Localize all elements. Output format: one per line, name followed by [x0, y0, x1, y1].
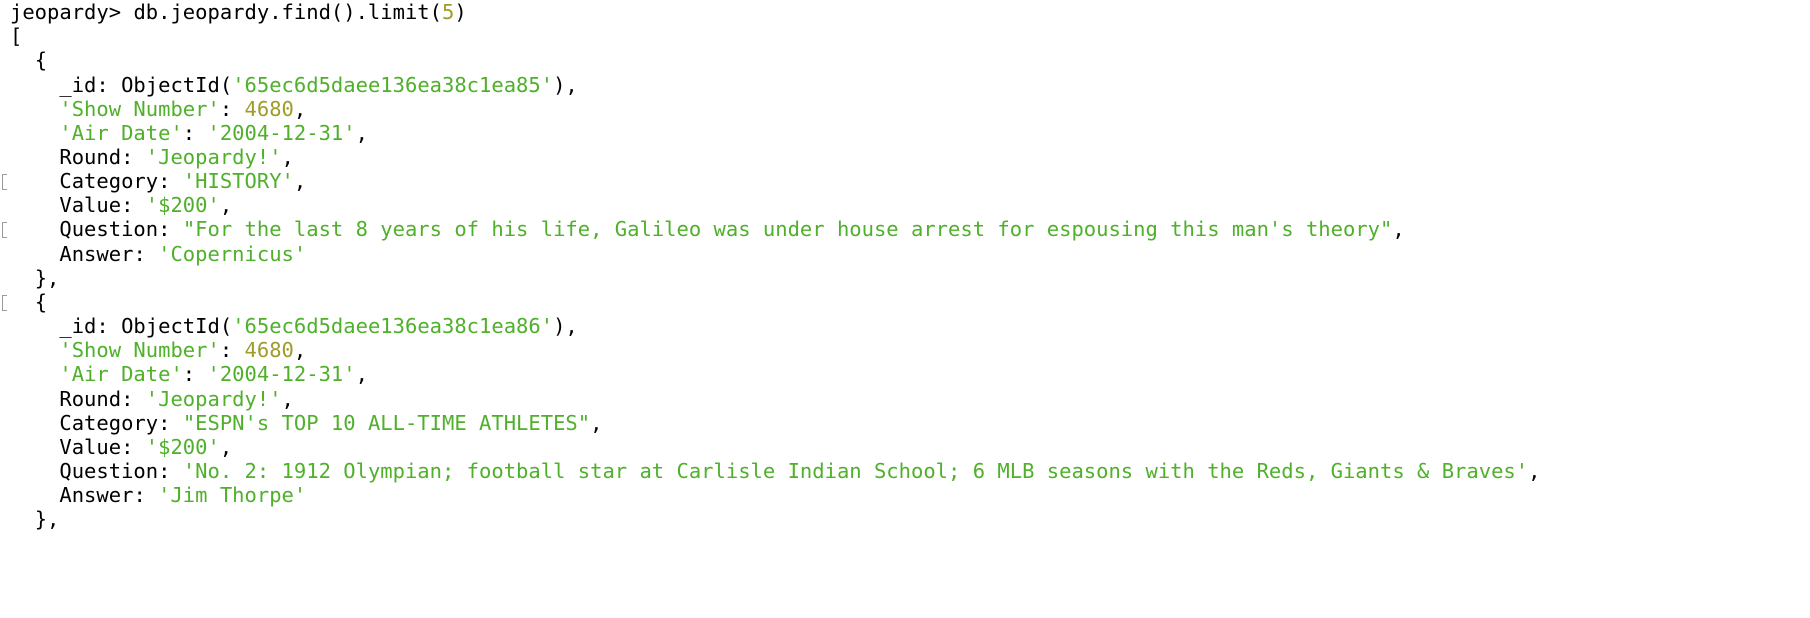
- field-key: Question: [59, 217, 159, 241]
- field-key: _id: [59, 73, 97, 97]
- terminal-window[interactable]: jeopardy> db.jeopardy.find().limit(5) [ …: [0, 0, 1810, 618]
- field-value: "ESPN's TOP 10 ALL-TIME ATHLETES": [182, 411, 591, 435]
- field-key: Value: [59, 435, 122, 459]
- line-mark: [2, 174, 7, 190]
- field-key: Category: [59, 411, 159, 435]
- objectid-value: '65ec6d5daee136ea38c1ea85': [232, 73, 554, 97]
- doc-close-brace: },: [34, 507, 60, 531]
- field-value: 'Jeopardy!': [145, 145, 282, 169]
- field-key: Round: [59, 387, 122, 411]
- field-key: Answer: [59, 483, 134, 507]
- field-value: '2004-12-31': [207, 362, 356, 386]
- field-key: 'Air Date': [59, 121, 183, 145]
- objectid-value: '65ec6d5daee136ea38c1ea86': [232, 314, 554, 338]
- field-key: Round: [59, 145, 122, 169]
- field-value: '$200': [145, 435, 220, 459]
- field-key: Value: [59, 193, 122, 217]
- command-limit-arg: 5: [442, 0, 455, 24]
- prompt-line: jeopardy> db.jeopardy.find().limit(5): [10, 0, 467, 26]
- prompt-label: jeopardy>: [10, 0, 122, 24]
- field-key: Answer: [59, 242, 134, 266]
- objectid-func: ObjectId(: [121, 73, 233, 97]
- field-value: "For the last 8 years of his life, Galil…: [182, 217, 1393, 241]
- field-value: 4680: [244, 338, 294, 362]
- field-key: _id: [59, 314, 97, 338]
- field-key: Question: [59, 459, 159, 483]
- field-value: 'Jim Thorpe': [158, 483, 307, 507]
- field-key: 'Show Number': [59, 97, 220, 121]
- field-value: '$200': [145, 193, 220, 217]
- field-value: '2004-12-31': [207, 121, 356, 145]
- field-value: 'Jeopardy!': [145, 387, 282, 411]
- field-air-date: 'Air Date': '2004-12-31',: [59, 362, 368, 386]
- line-mark: [2, 222, 7, 238]
- field-key: 'Show Number': [59, 338, 220, 362]
- field-question: Question: "For the last 8 years of his l…: [59, 217, 1405, 241]
- field-key: 'Air Date': [59, 362, 183, 386]
- field-value: 'HISTORY': [182, 169, 294, 193]
- command-close-paren: ): [454, 0, 467, 24]
- field-value: 'Copernicus': [158, 242, 307, 266]
- field-key: Category: [59, 169, 159, 193]
- command-text: db.jeopardy.find().limit(: [133, 0, 442, 24]
- line-mark: [2, 295, 7, 311]
- field-value: 4680: [244, 97, 294, 121]
- objectid-func: ObjectId(: [121, 314, 233, 338]
- doc-open-brace: {: [34, 48, 48, 72]
- field-value: 'No. 2: 1912 Olympian; football star at …: [182, 459, 1529, 483]
